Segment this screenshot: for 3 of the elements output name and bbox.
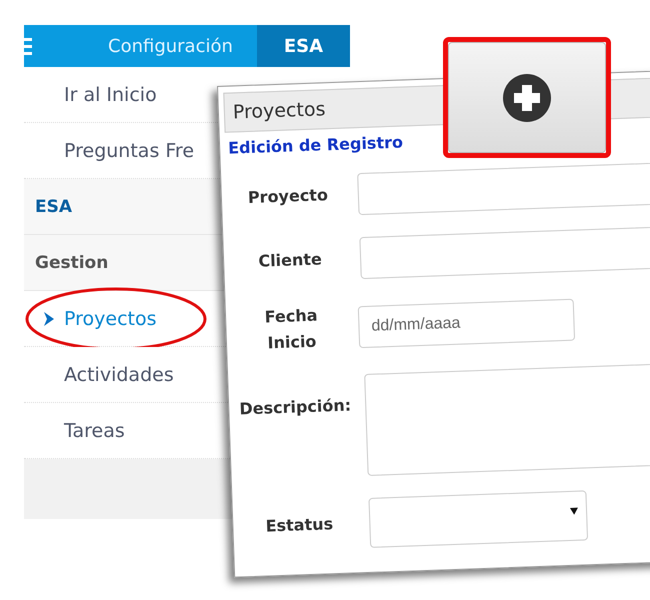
field-label: Proyecto <box>246 184 330 210</box>
field-label: Cliente <box>257 248 324 273</box>
field-label: Estatus <box>264 514 334 538</box>
